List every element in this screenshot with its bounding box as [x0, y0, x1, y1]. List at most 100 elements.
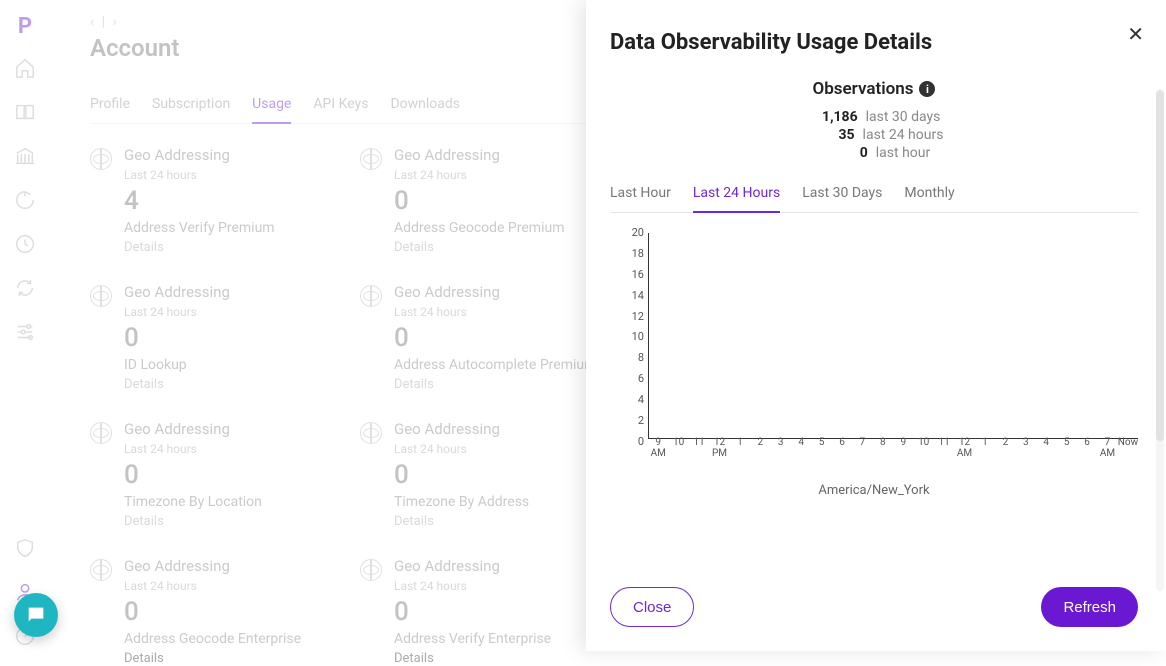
card-product: ID Lookup: [124, 357, 230, 373]
y-tick: 6: [638, 373, 644, 384]
metric-label: last 30 days: [866, 109, 941, 125]
metric-row: 1,186 last 30 days: [808, 109, 941, 125]
y-axis: 20181614121086420: [610, 227, 644, 447]
gauge-icon[interactable]: [14, 189, 36, 215]
chart-plot: [648, 233, 1138, 439]
card-product: Timezone By Location: [124, 494, 262, 510]
book-icon[interactable]: [14, 101, 36, 127]
close-button[interactable]: Close: [610, 587, 694, 627]
usage-card: Geo Addressing Last 24 hours 0 Timezone …: [90, 420, 360, 529]
metrics-title: Observations: [813, 79, 914, 99]
metric-value: 1,186: [808, 109, 858, 125]
close-icon[interactable]: ✕: [1127, 22, 1144, 47]
usage-card: Geo Addressing Last 24 hours 4 Address V…: [90, 146, 360, 255]
metric-label: last 24 hours: [863, 127, 944, 143]
card-value: 4: [124, 186, 275, 216]
card-value: 0: [394, 460, 529, 490]
card-product: Address Autocomplete Premium: [394, 357, 596, 373]
range-tabs: Last Hour Last 24 Hours Last 30 Days Mon…: [610, 179, 1138, 213]
usage-details-panel: ✕ Data Observability Usage Details Obser…: [586, 0, 1166, 651]
x-tick: 3: [1016, 437, 1036, 459]
x-tick: 9: [893, 437, 913, 459]
refresh-icon[interactable]: [14, 277, 36, 303]
card-value: 0: [394, 597, 551, 627]
x-tick: Now: [1118, 437, 1138, 459]
card-details-link[interactable]: Details: [124, 514, 262, 529]
x-tick: 1: [975, 437, 995, 459]
card-subtitle: Last 24 hours: [124, 579, 301, 593]
y-tick: 14: [632, 290, 644, 301]
card-title: Geo Addressing: [394, 146, 564, 164]
x-tick: 11: [934, 437, 954, 459]
card-details-link[interactable]: Details: [394, 240, 564, 255]
y-tick: 18: [632, 248, 644, 259]
card-title: Geo Addressing: [124, 557, 301, 575]
range-tab-monthly[interactable]: Monthly: [904, 179, 954, 212]
x-tick: 8: [873, 437, 893, 459]
x-tick: 5: [811, 437, 831, 459]
card-subtitle: Last 24 hours: [124, 442, 262, 456]
y-tick: 10: [632, 331, 644, 342]
left-sidebar: P: [0, 0, 50, 651]
card-title: Geo Addressing: [124, 146, 275, 164]
panel-footer: Close Refresh: [610, 565, 1138, 627]
tab-usage[interactable]: Usage: [252, 90, 291, 124]
bank-icon[interactable]: [14, 145, 36, 171]
globe-icon: [360, 422, 382, 444]
card-title: Geo Addressing: [124, 420, 262, 438]
x-tick: 12 AM: [954, 437, 974, 459]
range-tab-last30[interactable]: Last 30 Days: [802, 179, 882, 212]
metrics-heading: Observations i: [610, 79, 1138, 99]
x-tick: 4: [791, 437, 811, 459]
card-details-link[interactable]: Details: [394, 514, 529, 529]
refresh-button[interactable]: Refresh: [1041, 587, 1138, 627]
card-subtitle: Last 24 hours: [394, 579, 551, 593]
brand-logo[interactable]: P: [18, 14, 32, 39]
card-title: Geo Addressing: [394, 420, 529, 438]
metrics-summary: 1,186 last 30 days 35 last 24 hours 0 la…: [610, 109, 1138, 161]
x-tick: 7 AM: [1097, 437, 1117, 459]
y-tick: 12: [632, 311, 644, 322]
card-details-link[interactable]: Details: [394, 651, 551, 666]
card-value: 0: [394, 323, 596, 353]
range-tab-lasthour[interactable]: Last Hour: [610, 179, 671, 212]
x-tick: 6: [1077, 437, 1097, 459]
info-icon[interactable]: i: [919, 81, 935, 97]
x-tick: 10: [668, 437, 688, 459]
metric-row: 35 last 24 hours: [805, 127, 944, 143]
metric-value: 35: [805, 127, 855, 143]
card-title: Geo Addressing: [124, 283, 230, 301]
globe-icon: [90, 559, 112, 581]
panel-scrollbar[interactable]: [1156, 90, 1164, 591]
chart-bars: [649, 233, 1138, 438]
tab-profile[interactable]: Profile: [90, 90, 130, 123]
globe-icon: [90, 285, 112, 307]
card-title: Geo Addressing: [394, 283, 596, 301]
x-tick: 11: [689, 437, 709, 459]
tab-apikeys[interactable]: API Keys: [313, 90, 368, 123]
card-details-link[interactable]: Details: [394, 377, 596, 392]
card-title: Geo Addressing: [394, 557, 551, 575]
chat-launcher[interactable]: [14, 593, 58, 637]
tab-subscription[interactable]: Subscription: [152, 90, 230, 123]
clock-icon[interactable]: [14, 233, 36, 259]
tab-downloads[interactable]: Downloads: [390, 90, 460, 123]
range-tab-last24[interactable]: Last 24 Hours: [693, 179, 780, 213]
shield-icon[interactable]: [14, 537, 36, 563]
y-tick: 0: [638, 436, 644, 447]
home-icon[interactable]: [14, 57, 36, 83]
card-subtitle: Last 24 hours: [124, 168, 275, 182]
card-details-link[interactable]: Details: [124, 377, 230, 392]
metric-value: 0: [818, 145, 868, 161]
card-product: Address Verify Enterprise: [394, 631, 551, 647]
card-value: 0: [124, 460, 262, 490]
usage-card: Geo Addressing Last 24 hours 0 ID Lookup…: [90, 283, 360, 392]
x-tick: 10: [913, 437, 933, 459]
card-details-link[interactable]: Details: [124, 240, 275, 255]
x-tick: 9 AM: [648, 437, 668, 459]
observations-chart: 20181614121086420 9 AM101112 PM123456789…: [610, 227, 1138, 471]
card-details-link[interactable]: Details: [124, 651, 301, 666]
sliders-icon[interactable]: [14, 321, 36, 347]
y-tick: 8: [638, 352, 644, 363]
card-value: 0: [394, 186, 564, 216]
